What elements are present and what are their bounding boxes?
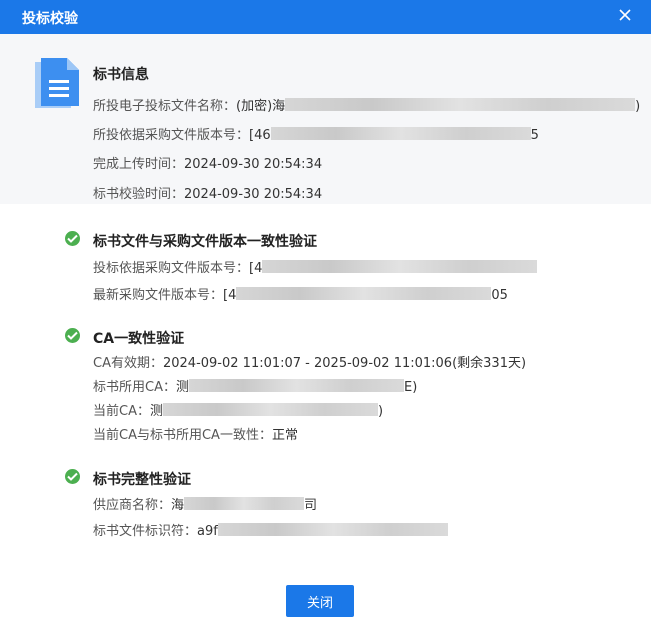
supplier-value: 海	[171, 498, 185, 513]
ca-validity-row: CA有效期：2024-09-02 11:01:07 - 2025-09-02 1…	[93, 352, 526, 371]
bid-info-panel	[0, 34, 651, 204]
ca-consistency-value: 正常	[271, 428, 298, 443]
close-button[interactable]: 关闭	[286, 585, 354, 617]
bid-ca-value: 测	[175, 380, 189, 395]
bid-version-value: [46	[249, 128, 271, 143]
integrity-check-title: 标书完整性验证	[93, 472, 191, 488]
supplier-label: 供应商名称：	[93, 498, 172, 513]
file-id-label: 标书文件标识符：	[93, 524, 198, 539]
document-icon	[33, 56, 81, 112]
redacted-block	[163, 403, 378, 416]
latest-version-row: 最新采购文件版本号：[4 05	[93, 284, 508, 303]
current-ca-label: 当前CA：	[93, 404, 150, 419]
redacted-block	[217, 523, 448, 536]
ca-validity-value: 2024-09-02 11:01:07 - 2025-09-02 11:01:0…	[162, 356, 527, 371]
bid-version-check-row: 投标依据采购文件版本号：[4	[93, 257, 538, 276]
verify-time-value: 2024-09-30 20:54:34	[184, 187, 323, 202]
current-ca-row: 当前CA：测)	[93, 400, 383, 419]
bid-info-title: 标书信息	[93, 67, 149, 83]
dialog-title: 投标校验	[22, 11, 78, 27]
bid-file-name-tail: )	[635, 99, 641, 114]
latest-version-value: [4	[223, 288, 237, 303]
redacted-block	[270, 127, 531, 140]
check-circle-icon	[65, 469, 80, 484]
redacted-block	[189, 379, 404, 392]
dialog-titlebar: 投标校验	[0, 0, 651, 34]
redacted-block	[184, 497, 305, 510]
verify-time-row: 标书校验时间：2024-09-30 20:54:34	[93, 183, 322, 202]
bid-ca-tail: E)	[404, 380, 418, 395]
bid-file-name-label: 所投电子投标文件名称：	[93, 99, 237, 114]
upload-time-value: 2024-09-30 20:54:34	[184, 157, 323, 172]
bid-file-name-row: 所投电子投标文件名称：(加密)海)	[93, 95, 640, 114]
bid-version-check-label: 投标依据采购文件版本号：	[93, 261, 250, 276]
bid-version-row: 所投依据采购文件版本号：[46 5	[93, 124, 539, 143]
ca-check-title: CA一致性验证	[93, 331, 185, 347]
current-ca-tail: )	[378, 404, 384, 419]
file-id-row: 标书文件标识符：a9f	[93, 520, 448, 539]
file-id-value: a9f	[197, 524, 218, 539]
bid-ca-row: 标书所用CA：测 E)	[93, 376, 417, 395]
close-icon[interactable]	[615, 5, 635, 25]
ca-consistency-label: 当前CA与标书所用CA一致性：	[93, 428, 272, 443]
bid-ca-label: 标书所用CA：	[93, 380, 176, 395]
bid-version-tail: 5	[530, 128, 539, 143]
redacted-block	[236, 287, 492, 300]
check-circle-icon	[65, 328, 80, 343]
bid-version-label: 所投依据采购文件版本号：	[93, 128, 250, 143]
redacted-block	[262, 260, 538, 273]
verify-time-label: 标书校验时间：	[93, 187, 185, 202]
current-ca-value: 测	[149, 404, 163, 419]
check-circle-icon	[65, 231, 80, 246]
latest-version-tail: 05	[491, 288, 508, 303]
version-check-title: 标书文件与采购文件版本一致性验证	[93, 234, 317, 250]
supplier-row: 供应商名称：海 司	[93, 494, 317, 513]
supplier-tail: 司	[304, 498, 318, 513]
upload-time-label: 完成上传时间：	[93, 157, 185, 172]
bid-version-check-value: [4	[249, 261, 263, 276]
upload-time-row: 完成上传时间：2024-09-30 20:54:34	[93, 153, 322, 172]
bid-file-name-value: (加密)海	[236, 99, 286, 114]
redacted-block	[285, 98, 636, 111]
ca-validity-label: CA有效期：	[93, 356, 163, 371]
latest-version-label: 最新采购文件版本号：	[93, 288, 224, 303]
ca-consistency-row: 当前CA与标书所用CA一致性：正常	[93, 424, 298, 443]
